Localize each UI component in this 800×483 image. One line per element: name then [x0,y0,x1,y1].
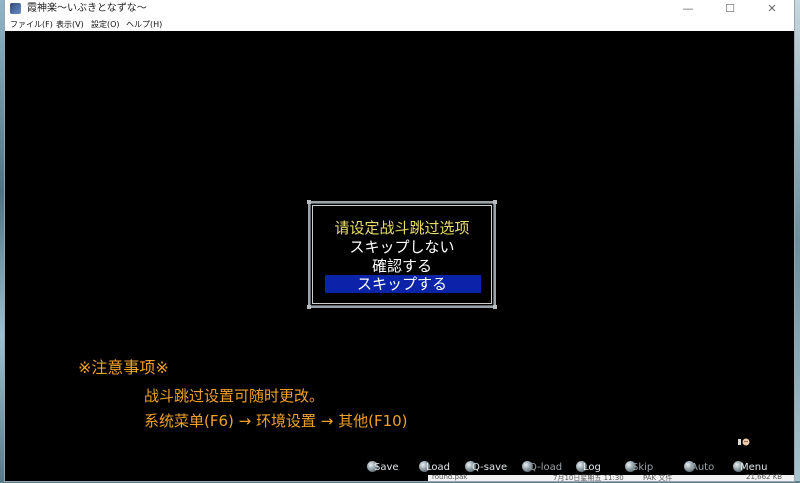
option-skip[interactable]: スキップする [310,275,494,294]
quick-save-button[interactable]: Q-save [465,461,507,475]
minimize-button[interactable]: — [667,0,709,18]
bg-file-date: 7月10日星期五 11:30 [553,474,624,482]
menu-view[interactable]: 表示(V) [56,18,84,31]
dialog-title: 请设定战斗跳过选项 [334,219,470,237]
dialog-corner [493,200,497,204]
game-window: 霞神楽～いぶきとなずな～ — ☐ ✕ ファイル(F) 表示(V) 設定(O) ヘ… [5,0,794,482]
quick-save-button-label: Q-save [472,462,508,473]
dialog-corner [307,200,311,204]
bg-file-size: 21,662 KB [746,473,783,481]
option-confirm[interactable]: 確認する [310,257,494,276]
game-screen[interactable]: 请设定战斗跳过选项 スキップしない 確認する スキップする ※注意事项※ 战斗跳… [5,31,794,481]
background-explorer-row: round.pak 7月10日星期五 11:30 PAK 文件 21,662 K… [428,473,794,482]
skip-option-dialog: 请设定战斗跳过选项 スキップしない 確認する スキップする [307,200,497,309]
notice-line-2: 系统菜单(F6) → 环境设置 → 其他(F10) [144,412,408,430]
status-face-icon [738,438,750,446]
close-button[interactable]: ✕ [751,0,793,18]
menu-help[interactable]: ヘルプ(H) [126,18,162,31]
app-icon [10,3,21,14]
load-button-label: Load [426,462,450,473]
window-title: 霞神楽～いぶきとなずな～ [27,3,147,14]
skip-button-label: Skip [632,462,654,473]
dialog-corner [493,305,497,309]
dialog-corner [307,305,311,309]
title-bar[interactable]: 霞神楽～いぶきとなずな～ — ☐ ✕ [5,0,794,18]
menu-settings[interactable]: 設定(O) [91,18,120,31]
menu-file[interactable]: ファイル(F) [10,18,53,31]
maximize-button[interactable]: ☐ [709,0,751,18]
notice-line-1: 战斗跳过设置可随时更改。 [144,387,325,405]
notice-heading: ※注意事项※ [78,358,169,377]
log-button-label: Log [583,462,601,473]
save-button[interactable]: Save [367,461,399,475]
auto-button[interactable]: Auto [684,461,714,475]
menu-button-label: Menu [740,462,768,473]
quick-load-button-label: Q-load [529,462,563,473]
menu-bar: ファイル(F) 表示(V) 設定(O) ヘルプ(H) [5,18,794,31]
auto-button-label: Auto [691,462,715,473]
option-no-skip[interactable]: スキップしない [310,238,494,257]
bg-file-type: PAK 文件 [643,474,673,482]
save-button-label: Save [374,462,399,473]
bg-file-name: round.pak [432,473,468,481]
